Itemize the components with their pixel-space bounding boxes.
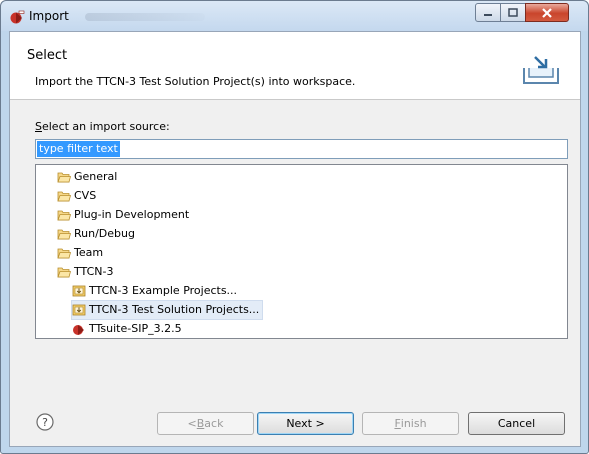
help-icon[interactable]: ? xyxy=(36,413,54,431)
tree-item-label: TTCN-3 Example Projects... xyxy=(89,284,238,297)
import-tray-icon xyxy=(523,56,559,84)
close-button[interactable] xyxy=(525,3,569,22)
folder-icon xyxy=(57,170,72,184)
import-wizard-icon xyxy=(72,284,86,298)
import-source-label-mnemonic: S xyxy=(35,120,42,133)
tree-item[interactable]: TTCN-3 Test Solution Projects... xyxy=(71,300,263,320)
dialog-body: Select Import the TTCN-3 Test Solution P… xyxy=(9,31,581,447)
title-bar[interactable]: Import xyxy=(1,1,588,31)
back-button-prefix: < xyxy=(187,417,197,430)
maximize-icon xyxy=(501,4,525,21)
maximize-button[interactable] xyxy=(500,3,526,22)
finish-button-rest: inish xyxy=(400,417,427,430)
import-source-label: Select an import source: xyxy=(35,120,170,133)
tree-item-label: General xyxy=(74,170,118,183)
folder-icon xyxy=(57,265,72,279)
title-blurred-text xyxy=(85,13,205,21)
back-button-mnemonic: B xyxy=(196,417,205,430)
folder-icon xyxy=(57,208,72,222)
tree-item-label: TTCN-3 xyxy=(74,265,114,278)
back-button-rest: ack xyxy=(204,417,224,430)
page-title: Select xyxy=(27,48,68,63)
eclipse-import-icon xyxy=(10,10,25,24)
ttsuite-icon xyxy=(72,322,86,336)
close-icon xyxy=(526,4,568,21)
filter-selected-text[interactable]: type filter text xyxy=(37,141,120,157)
minimize-button[interactable] xyxy=(475,3,501,22)
page-description: Import the TTCN-3 Test Solution Project(… xyxy=(35,75,356,88)
next-button[interactable]: Next > xyxy=(257,412,354,435)
tree-item-label: Plug-in Development xyxy=(74,208,190,221)
window-title: Import xyxy=(29,9,69,23)
folder-icon xyxy=(57,189,72,203)
import-source-tree[interactable]: General CVS Plug-in Development Run/Debug Te… xyxy=(35,164,568,339)
folder-icon xyxy=(57,246,72,260)
cancel-button[interactable]: Cancel xyxy=(468,412,565,435)
tree-item-label: TTsuite-SIP_3.2.5 xyxy=(89,322,182,335)
folder-icon xyxy=(57,227,72,241)
tree-item-label: Team xyxy=(74,246,104,259)
tree-item-label: Run/Debug xyxy=(74,227,135,240)
import-wizard-icon xyxy=(72,303,86,317)
back-button[interactable]: < Back xyxy=(157,412,254,435)
wizard-banner: Select Import the TTCN-3 Test Solution P… xyxy=(10,32,580,100)
import-source-label-text: elect an import source: xyxy=(41,120,170,133)
svg-text:?: ? xyxy=(42,416,48,429)
tree-item-label: TTCN-3 Test Solution Projects... xyxy=(89,303,260,316)
finish-button[interactable]: Finish xyxy=(362,412,459,435)
minimize-icon xyxy=(476,4,500,21)
tree-item-label: CVS xyxy=(74,189,97,202)
import-dialog: Import Select Import the TTCN-3 Test Sol… xyxy=(0,0,589,454)
